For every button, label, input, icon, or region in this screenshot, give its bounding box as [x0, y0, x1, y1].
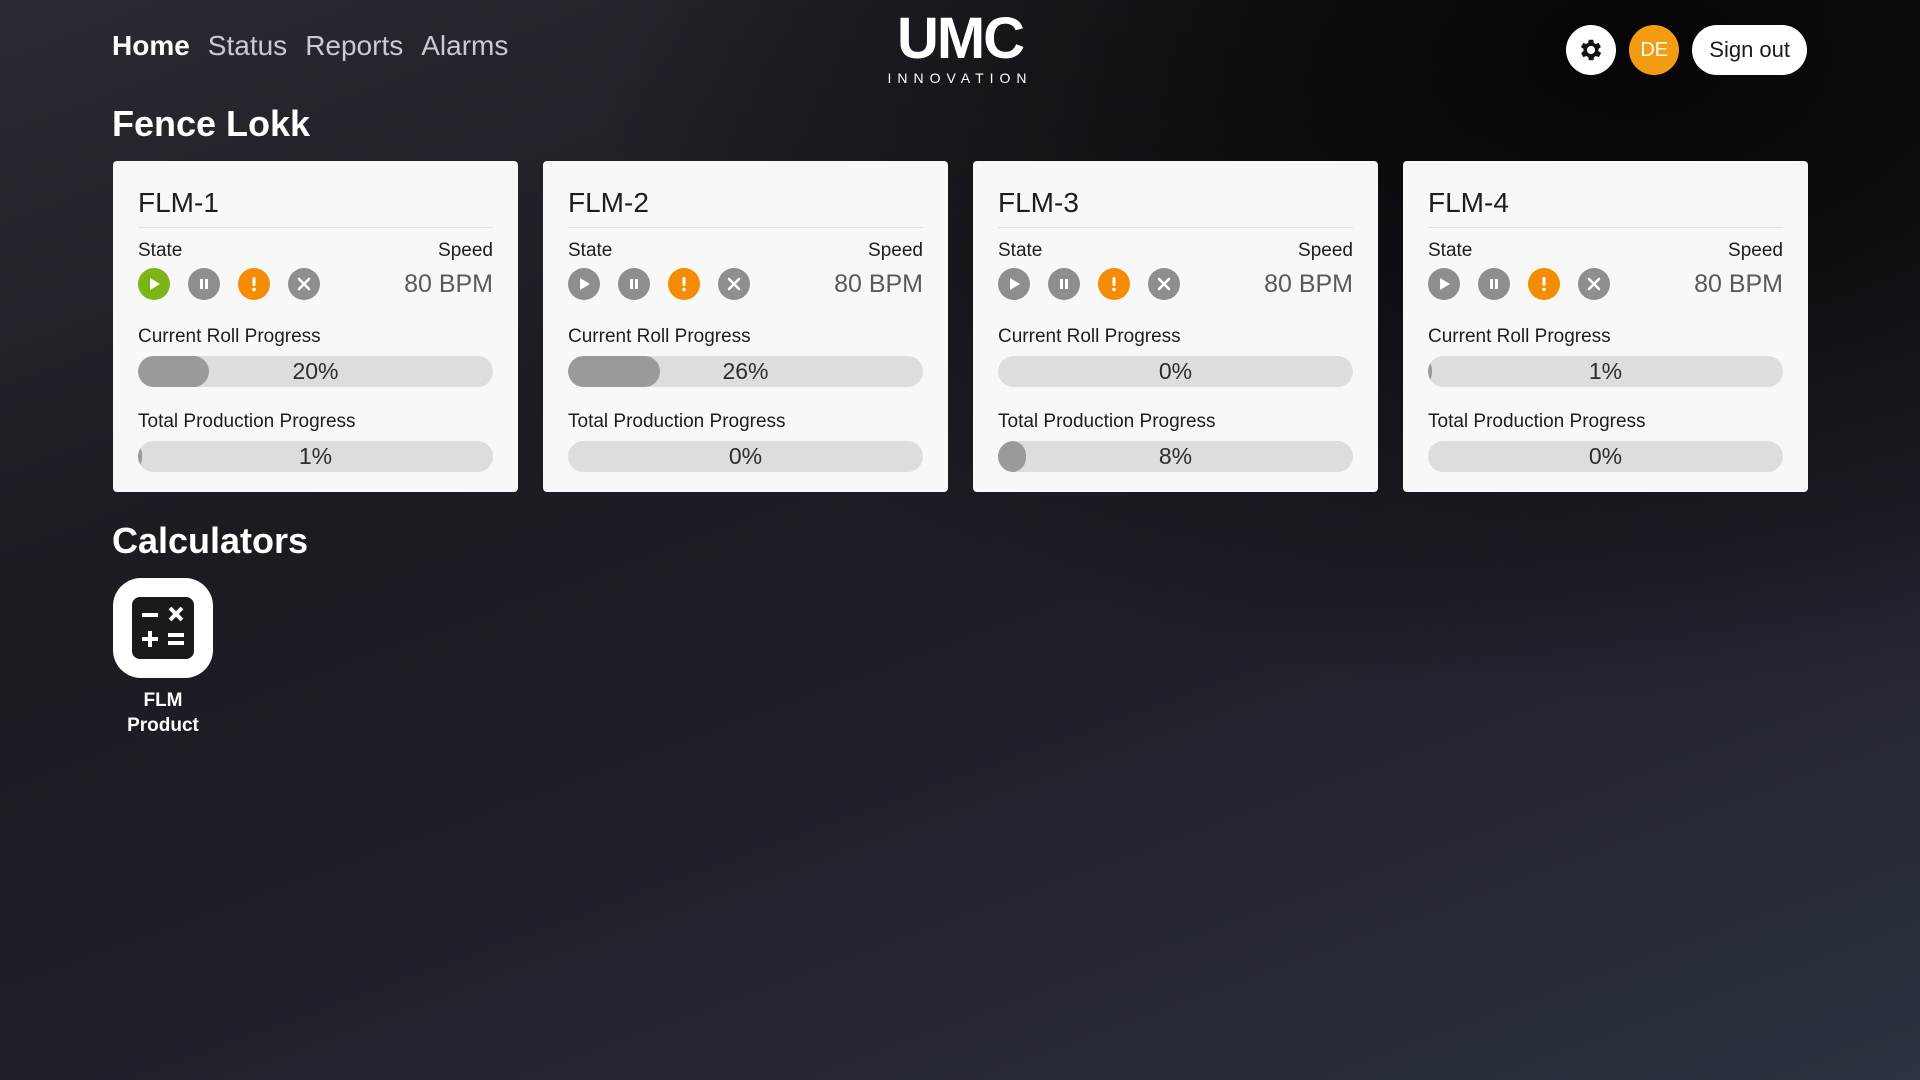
logo-subtitle: INNOVATION [887, 70, 1033, 86]
state-speed-labels: State Speed [1428, 240, 1783, 262]
settings-button[interactable] [1566, 25, 1617, 75]
progress-percent: 1% [298, 443, 333, 469]
progress-percent: 8% [1158, 443, 1193, 469]
state-indicators [138, 268, 320, 300]
state-label: State [138, 240, 183, 261]
speed-value: 80 BPM [1694, 269, 1783, 298]
machine-name: FLM-2 [568, 187, 923, 228]
machine-name: FLM-4 [1428, 187, 1783, 228]
calculator-label-line2: Product [127, 715, 199, 736]
speed-label: Speed [1298, 240, 1353, 261]
state-speed-labels: State Speed [568, 240, 923, 262]
speed-label: Speed [438, 240, 493, 261]
progress-percent: 1% [1588, 358, 1623, 384]
state-indicators [1428, 268, 1610, 300]
gear-icon [1581, 39, 1602, 61]
umc-logo: UMC INNOVATION [880, 6, 1040, 87]
header-actions: DE Sign out [1566, 25, 1807, 75]
speed-value: 80 BPM [1264, 269, 1353, 298]
state-speed-labels: State Speed [998, 240, 1353, 262]
state-speed-labels: State Speed [138, 240, 493, 262]
nav-reports[interactable]: Reports [305, 30, 403, 62]
stop-icon[interactable] [718, 268, 750, 300]
stop-icon[interactable] [288, 268, 320, 300]
total-production-label: Total Production Progress [1428, 411, 1646, 432]
logo-mark: UMC [896, 6, 1025, 71]
top-bar: Home Status Reports Alarms UMC INNOVATIO… [0, 0, 1920, 100]
play-icon[interactable] [1428, 268, 1460, 300]
current-roll-label: Current Roll Progress [998, 326, 1181, 347]
progress-percent: 0% [1158, 358, 1193, 384]
total-production-progress-bar: 1% [138, 441, 493, 472]
pause-icon[interactable] [1048, 268, 1080, 300]
stop-icon[interactable] [1578, 268, 1610, 300]
speed-value: 80 BPM [404, 269, 493, 298]
play-icon[interactable] [998, 268, 1030, 300]
sign-out-button[interactable]: Sign out [1692, 25, 1807, 75]
machine-card[interactable]: FLM-2 State Speed 80 BPM Current Roll Pr… [543, 161, 948, 492]
pause-icon[interactable] [1478, 268, 1510, 300]
total-production-label: Total Production Progress [998, 411, 1216, 432]
state-label: State [998, 240, 1043, 261]
progress-percent: 26% [722, 358, 769, 384]
section-title-machines: Fence Lokk [112, 103, 311, 144]
machine-cards: FLM-1 State Speed 80 BPM Current Roll Pr… [113, 161, 1808, 492]
pause-icon[interactable] [188, 268, 220, 300]
state-row: 80 BPM [1428, 268, 1783, 300]
state-indicators [568, 268, 750, 300]
current-roll-progress-bar: 20% [138, 356, 493, 387]
machine-name: FLM-1 [138, 187, 493, 228]
total-production-label: Total Production Progress [138, 411, 356, 432]
nav-alarms[interactable]: Alarms [421, 30, 508, 62]
calculator-icon [132, 597, 194, 659]
total-production-label: Total Production Progress [568, 411, 786, 432]
avatar[interactable]: DE [1629, 25, 1680, 75]
calculator-flm-product[interactable]: FLM Product [113, 578, 213, 738]
machine-card[interactable]: FLM-4 State Speed 80 BPM Current Roll Pr… [1403, 161, 1808, 492]
state-label: State [1428, 240, 1473, 261]
current-roll-progress-bar: 26% [568, 356, 923, 387]
state-indicators [998, 268, 1180, 300]
play-icon[interactable] [568, 268, 600, 300]
calculator-label: FLM Product [113, 688, 213, 738]
current-roll-progress-bar: 0% [998, 356, 1353, 387]
current-roll-label: Current Roll Progress [568, 326, 751, 347]
machine-card[interactable]: FLM-3 State Speed 80 BPM Current Roll Pr… [973, 161, 1378, 492]
current-roll-label: Current Roll Progress [1428, 326, 1611, 347]
play-icon[interactable] [138, 268, 170, 300]
machine-name: FLM-3 [998, 187, 1353, 228]
alarm-icon[interactable] [1098, 268, 1130, 300]
main-nav: Home Status Reports Alarms [112, 30, 508, 62]
state-row: 80 BPM [138, 268, 493, 300]
speed-label: Speed [1728, 240, 1783, 261]
calculator-tile[interactable] [113, 578, 213, 678]
alarm-icon[interactable] [238, 268, 270, 300]
progress-percent: 20% [292, 358, 339, 384]
state-row: 80 BPM [998, 268, 1353, 300]
total-production-progress-bar: 0% [1428, 441, 1783, 472]
alarm-icon[interactable] [668, 268, 700, 300]
total-production-progress-bar: 8% [998, 441, 1353, 472]
speed-value: 80 BPM [834, 269, 923, 298]
section-title-calculators: Calculators [112, 520, 309, 561]
current-roll-progress-bar: 1% [1428, 356, 1783, 387]
current-roll-label: Current Roll Progress [138, 326, 321, 347]
state-row: 80 BPM [568, 268, 923, 300]
state-label: State [568, 240, 613, 261]
nav-status[interactable]: Status [208, 30, 287, 62]
nav-home[interactable]: Home [112, 30, 190, 62]
speed-label: Speed [868, 240, 923, 261]
calculator-label-line1: FLM [143, 690, 183, 711]
machine-card[interactable]: FLM-1 State Speed 80 BPM Current Roll Pr… [113, 161, 518, 492]
pause-icon[interactable] [618, 268, 650, 300]
progress-percent: 0% [1588, 443, 1623, 469]
stop-icon[interactable] [1148, 268, 1180, 300]
alarm-icon[interactable] [1528, 268, 1560, 300]
progress-percent: 0% [728, 443, 763, 469]
total-production-progress-bar: 0% [568, 441, 923, 472]
